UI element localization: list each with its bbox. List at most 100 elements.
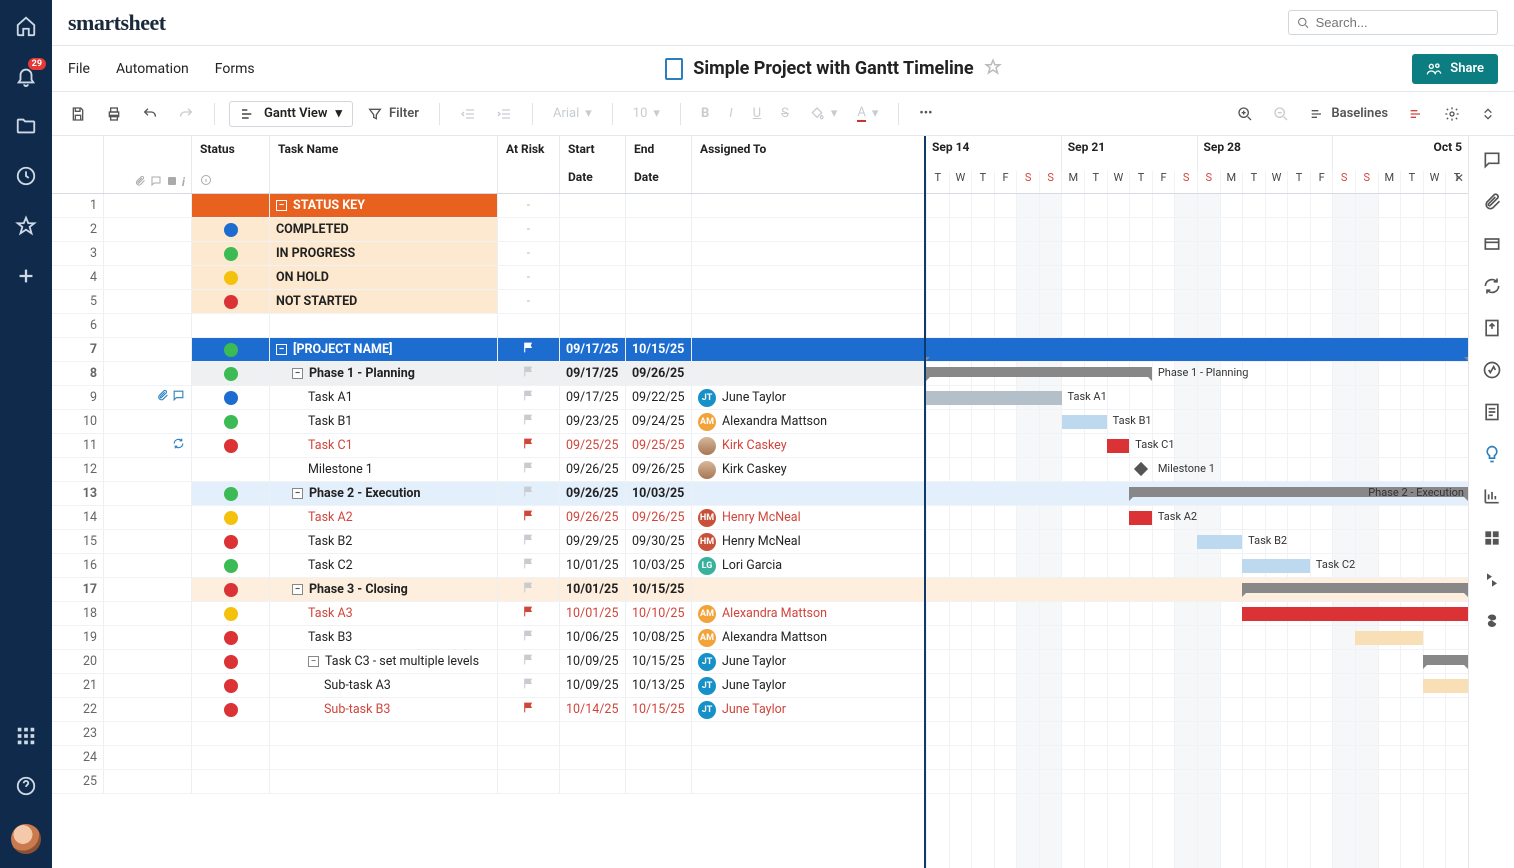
- at-risk-cell[interactable]: [498, 554, 560, 577]
- gantt-row[interactable]: [926, 746, 1468, 770]
- task-name-cell[interactable]: Task B3: [270, 626, 498, 649]
- grid-row[interactable]: 7−[PROJECT NAME]09/17/2510/15/25: [52, 338, 924, 362]
- at-risk-cell[interactable]: [498, 626, 560, 649]
- gantt-bar[interactable]: [1423, 655, 1468, 665]
- col-end-date[interactable]: EndDate: [626, 136, 692, 193]
- at-risk-cell[interactable]: [498, 458, 560, 481]
- gantt-row[interactable]: [926, 578, 1468, 602]
- start-date-cell[interactable]: 10/09/25: [560, 650, 626, 673]
- assigned-to-cell[interactable]: [692, 362, 924, 385]
- grid-row[interactable]: 22Sub-task B310/14/2510/15/25JTJune Tayl…: [52, 698, 924, 722]
- gantt-bar[interactable]: [1129, 511, 1152, 525]
- status-cell[interactable]: [192, 746, 270, 769]
- attachments-icon[interactable]: [1482, 192, 1502, 212]
- end-date-cell[interactable]: [626, 266, 692, 289]
- grid-row[interactable]: 21Sub-task A310/09/2510/13/25JTJune Tayl…: [52, 674, 924, 698]
- assigned-to-cell[interactable]: Kirk Caskey: [692, 434, 924, 457]
- assigned-to-cell[interactable]: HMHenry McNeal: [692, 506, 924, 529]
- task-name-cell[interactable]: NOT STARTED: [270, 290, 498, 313]
- print-icon[interactable]: [100, 102, 128, 126]
- status-cell[interactable]: [192, 770, 270, 793]
- end-date-cell[interactable]: 09/26/25: [626, 458, 692, 481]
- task-name-cell[interactable]: Milestone 1: [270, 458, 498, 481]
- menu-automation[interactable]: Automation: [116, 61, 189, 77]
- gantt-close-icon[interactable]: ✕: [1454, 171, 1464, 185]
- end-date-cell[interactable]: 10/03/25: [626, 554, 692, 577]
- settings-gear-icon[interactable]: [1438, 102, 1466, 126]
- gantt-bar[interactable]: [1242, 583, 1468, 593]
- start-date-cell[interactable]: 09/29/25: [560, 530, 626, 553]
- status-cell[interactable]: [192, 386, 270, 409]
- task-name-cell[interactable]: Sub-task A3: [270, 674, 498, 697]
- task-name-cell[interactable]: Task A3: [270, 602, 498, 625]
- task-name-cell[interactable]: Sub-task B3: [270, 698, 498, 721]
- row-number[interactable]: 17: [52, 578, 104, 601]
- row-number[interactable]: 16: [52, 554, 104, 577]
- row-number[interactable]: 2: [52, 218, 104, 241]
- task-name-cell[interactable]: Task C2: [270, 554, 498, 577]
- collapse-toggle[interactable]: −: [292, 488, 303, 499]
- start-date-cell[interactable]: 10/06/25: [560, 626, 626, 649]
- zoom-in-icon[interactable]: [1231, 102, 1259, 126]
- end-date-cell[interactable]: 10/03/25: [626, 482, 692, 505]
- gantt-bar[interactable]: [1107, 439, 1130, 453]
- row-number[interactable]: 19: [52, 626, 104, 649]
- end-date-cell[interactable]: 09/25/25: [626, 434, 692, 457]
- at-risk-cell[interactable]: [498, 674, 560, 697]
- grid-row[interactable]: 25: [52, 770, 924, 794]
- grid-row[interactable]: 20−Task C3 - set multiple levels10/09/25…: [52, 650, 924, 674]
- row-number[interactable]: 6: [52, 314, 104, 337]
- assigned-to-cell[interactable]: [692, 338, 924, 361]
- gantt-bar[interactable]: [926, 343, 1468, 357]
- status-cell[interactable]: [192, 530, 270, 553]
- publish-icon[interactable]: [1482, 318, 1502, 338]
- task-name-cell[interactable]: −Phase 3 - Closing: [270, 578, 498, 601]
- sheet-title[interactable]: Simple Project with Gantt Timeline: [693, 58, 973, 79]
- at-risk-cell[interactable]: [498, 506, 560, 529]
- task-name-cell[interactable]: [270, 746, 498, 769]
- row-number[interactable]: 21: [52, 674, 104, 697]
- grid-row[interactable]: 13−Phase 2 - Execution09/26/2510/03/25: [52, 482, 924, 506]
- start-date-cell[interactable]: [560, 314, 626, 337]
- start-date-cell[interactable]: 10/01/25: [560, 578, 626, 601]
- start-date-cell[interactable]: [560, 266, 626, 289]
- baselines-button[interactable]: Baselines: [1303, 102, 1394, 126]
- status-cell[interactable]: [192, 650, 270, 673]
- gantt-row[interactable]: [926, 242, 1468, 266]
- at-risk-cell[interactable]: [498, 530, 560, 553]
- critical-path-icon[interactable]: [1402, 102, 1430, 126]
- gantt-row[interactable]: [926, 194, 1468, 218]
- status-cell[interactable]: [192, 458, 270, 481]
- status-cell[interactable]: [192, 218, 270, 241]
- grid-row[interactable]: 14Task A209/26/2509/26/25HMHenry McNeal: [52, 506, 924, 530]
- task-name-cell[interactable]: −Task C3 - set multiple levels: [270, 650, 498, 673]
- start-date-cell[interactable]: 09/25/25: [560, 434, 626, 457]
- at-risk-cell[interactable]: -: [498, 266, 560, 289]
- summary-icon[interactable]: [1482, 402, 1502, 422]
- end-date-cell[interactable]: 10/08/25: [626, 626, 692, 649]
- start-date-cell[interactable]: [560, 194, 626, 217]
- status-cell[interactable]: [192, 578, 270, 601]
- assigned-to-cell[interactable]: [692, 746, 924, 769]
- status-cell[interactable]: [192, 506, 270, 529]
- task-name-cell[interactable]: [270, 770, 498, 793]
- end-date-cell[interactable]: 09/30/25: [626, 530, 692, 553]
- end-date-cell[interactable]: [626, 746, 692, 769]
- collapse-toggle[interactable]: −: [292, 368, 303, 379]
- grid-row[interactable]: 15Task B209/29/2509/30/25HMHenry McNeal: [52, 530, 924, 554]
- at-risk-cell[interactable]: [498, 602, 560, 625]
- clip-icon[interactable]: [156, 389, 169, 406]
- assigned-to-cell[interactable]: [692, 722, 924, 745]
- start-date-cell[interactable]: 09/17/25: [560, 362, 626, 385]
- gantt-row[interactable]: Task B1: [926, 410, 1468, 434]
- brandfolder-icon[interactable]: [1482, 528, 1502, 548]
- end-date-cell[interactable]: 09/26/25: [626, 362, 692, 385]
- col-status[interactable]: Status: [192, 136, 270, 193]
- start-date-cell[interactable]: [560, 722, 626, 745]
- gantt-row[interactable]: [926, 770, 1468, 794]
- apps-grid-icon[interactable]: [14, 724, 38, 748]
- row-number[interactable]: 12: [52, 458, 104, 481]
- grid-row[interactable]: 17−Phase 3 - Closing10/01/2510/15/25: [52, 578, 924, 602]
- collapse-toggle[interactable]: −: [276, 344, 287, 355]
- task-name-cell[interactable]: Task A1: [270, 386, 498, 409]
